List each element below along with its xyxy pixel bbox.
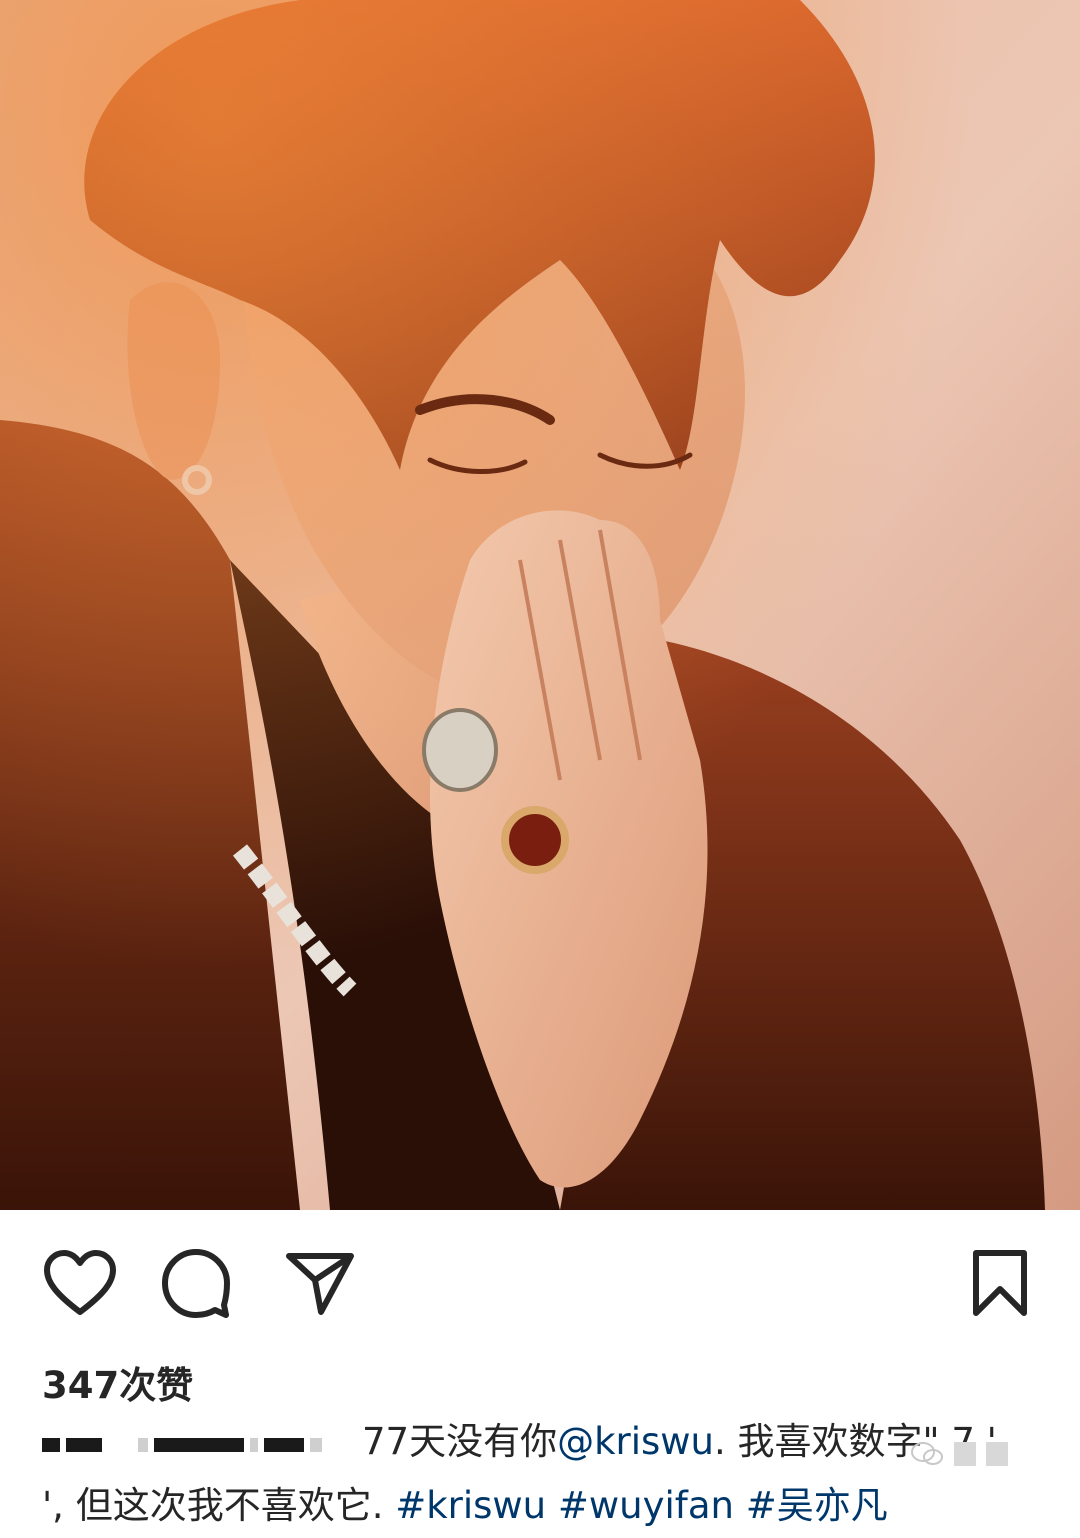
watermark-block: [986, 1442, 1008, 1466]
post-action-bar: [0, 1210, 1080, 1340]
caption-line-2: ', 但这次我不喜欢它. #kriswu #wuyifan #吴亦凡: [42, 1474, 1042, 1538]
bookmark-icon: [973, 1250, 1027, 1316]
share-button[interactable]: [282, 1245, 358, 1321]
caption-text-2: ', 但这次我不喜欢它.: [42, 1484, 396, 1527]
wechat-icon: [911, 1442, 943, 1465]
post-caption: 77天没有你@kriswu. 我喜欢数字" 7 ' ', 但这次我不喜欢它. #…: [42, 1410, 1042, 1538]
portrait-photo: [0, 0, 1080, 1210]
hashtag-link[interactable]: #吴亦凡: [746, 1484, 888, 1527]
caption-line-1: 77天没有你@kriswu. 我喜欢数字" 7 ': [42, 1410, 1042, 1474]
mention-link[interactable]: @kriswu: [557, 1420, 714, 1463]
hashtag-link[interactable]: #kriswu: [395, 1484, 546, 1527]
send-icon: [286, 1253, 354, 1315]
watermark-block: [954, 1442, 976, 1466]
post-image[interactable]: [0, 0, 1080, 1210]
like-button[interactable]: [42, 1245, 118, 1321]
save-button[interactable]: [962, 1245, 1038, 1321]
watermark: [910, 1436, 1040, 1472]
heart-icon: [44, 1250, 116, 1315]
like-count[interactable]: 347次赞: [42, 1355, 193, 1409]
hashtag-link[interactable]: #wuyifan: [558, 1484, 734, 1527]
redacted-username: [42, 1412, 362, 1476]
comment-icon: [162, 1249, 230, 1318]
comment-button[interactable]: [158, 1245, 234, 1321]
caption-text: 77天没有你: [362, 1420, 558, 1463]
